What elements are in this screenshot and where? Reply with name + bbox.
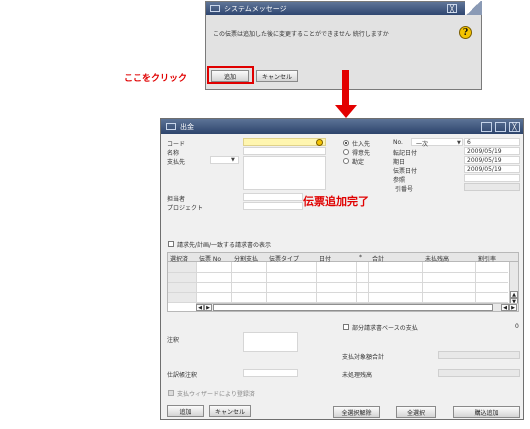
reference-field[interactable]	[464, 174, 520, 182]
memo-label: 仕訳帳注釈	[167, 372, 198, 379]
no-label: No.	[393, 139, 403, 146]
radio-account[interactable]	[343, 158, 349, 164]
series-value: 一次	[416, 141, 429, 148]
col-balance[interactable]: 未払残高	[425, 254, 449, 263]
ref-number-field[interactable]	[464, 183, 520, 191]
show-invoices-checkbox[interactable]	[168, 241, 174, 247]
maximize-icon[interactable]	[495, 121, 506, 132]
scroll-up-icon[interactable]: ▲	[510, 291, 518, 298]
partial-payment-label: 部分請求書ベースの支払	[352, 325, 418, 332]
name-field[interactable]	[243, 147, 326, 155]
col-date[interactable]: 日付	[319, 254, 331, 263]
grid-horizontal-scrollbar[interactable]: ◀ ▶ ◀ ▶	[196, 303, 518, 311]
scroll-left-icon[interactable]: ◀	[196, 304, 204, 311]
close-icon[interactable]: ╳	[447, 4, 457, 13]
memo-field[interactable]	[243, 369, 298, 377]
window-titlebar: 出金 ╳	[161, 119, 523, 134]
callout-added-complete: 伝票追加完了	[303, 195, 369, 208]
scroll-left-icon[interactable]: ◀	[501, 304, 509, 311]
scroll-right-icon[interactable]: ▶	[204, 304, 212, 311]
project-field[interactable]	[243, 202, 303, 210]
grid-row-line	[168, 272, 508, 273]
remarks-field[interactable]	[243, 332, 298, 352]
unprocessed-label: 未処理残高	[342, 372, 373, 379]
callout-click-here: ここをクリック	[124, 74, 188, 84]
wizard-label: 支払ウィザードにより登録済	[177, 391, 255, 398]
number-field[interactable]	[464, 138, 520, 146]
lookup-icon[interactable]	[316, 139, 323, 146]
doc-date-label: 伝票日付	[393, 168, 418, 175]
radio-vendor-label: 仕入先	[352, 141, 371, 148]
doc-date-value: 2009/05/19	[467, 166, 502, 173]
dialog-cancel-button[interactable]: キャンセル	[256, 70, 298, 82]
grid-header: 選択済 伝票 No 分割支払 伝票タイプ 日付 * 合計 未払残高 割引率	[168, 253, 518, 263]
show-invoices-label: 請求先/計画/一致する請求書の表示	[177, 242, 272, 249]
arrow-shaft	[342, 70, 349, 106]
payee-label: 支払先	[167, 159, 186, 166]
due-date-value: 2009/05/19	[467, 157, 502, 164]
person-field[interactable]	[243, 193, 303, 201]
question-icon: ?	[459, 26, 472, 39]
name-label: 名称	[167, 150, 180, 157]
unprocessed-field	[438, 369, 520, 377]
posting-date-value: 2009/05/19	[467, 148, 502, 155]
select-all-button[interactable]: 全選択	[396, 406, 436, 418]
project-label: プロジェクト	[167, 205, 204, 212]
radio-customer[interactable]	[343, 149, 349, 155]
remarks-label: 注釈	[167, 337, 180, 344]
due-date-label: 期日	[393, 159, 406, 166]
partial-payment-value: 0	[515, 323, 519, 330]
payment-total-label: 支払対象額合計	[342, 354, 385, 361]
partial-payment-checkbox[interactable]	[343, 324, 349, 330]
radio-vendor[interactable]	[343, 140, 349, 146]
posting-date-label: 転記日付	[393, 150, 418, 157]
dialog-titlebar: システムメッセージ ╳	[206, 2, 481, 15]
col-total[interactable]: 合計	[372, 254, 384, 263]
window-icon	[210, 5, 220, 12]
grid-vertical-scrollbar[interactable]: ▲ ▼	[509, 262, 518, 305]
col-doc-no[interactable]: 伝票 No	[199, 254, 221, 263]
highlight-add-button	[207, 66, 254, 84]
col-star[interactable]: *	[359, 254, 362, 261]
radio-account-label: 勘定	[352, 159, 365, 166]
number-value: 6	[467, 139, 471, 146]
reference-label: 参照	[393, 177, 406, 184]
payee-address[interactable]	[243, 156, 326, 190]
scroll-right-icon[interactable]: ▶	[509, 304, 517, 311]
add-button[interactable]: 追加	[167, 405, 204, 417]
dialog-message: この伝票は追加した後に変更することができません 続行しますか	[213, 31, 389, 38]
grid-row-line	[168, 292, 508, 293]
code-field[interactable]	[243, 138, 326, 146]
scroll-thumb[interactable]	[213, 304, 493, 311]
col-doc-type[interactable]: 伝票タイプ	[269, 254, 299, 263]
invoice-grid: 選択済 伝票 No 分割支払 伝票タイプ 日付 * 合計 未払残高 割引率 ▲ …	[167, 252, 519, 312]
wizard-checkbox	[168, 390, 174, 396]
window-title: 出金	[180, 122, 194, 131]
close-icon[interactable]: ╳	[509, 121, 520, 132]
code-label: コード	[167, 141, 186, 148]
col-discount[interactable]: 割引率	[478, 254, 496, 263]
dropdown-icon[interactable]: ▼	[457, 140, 461, 146]
col-installment[interactable]: 分割支払	[234, 254, 258, 263]
person-label: 担当者	[167, 196, 186, 203]
dropdown-icon[interactable]: ▼	[231, 157, 235, 163]
ref-number-label: 引番号	[395, 186, 414, 193]
minimize-icon[interactable]	[481, 121, 492, 132]
cancel-button[interactable]: キャンセル	[209, 405, 251, 417]
payment-total-field	[438, 351, 520, 359]
radio-customer-label: 得意先	[352, 150, 371, 157]
dialog-corner-fold	[465, 1, 482, 15]
dialog-title: システムメッセージ	[224, 4, 287, 13]
grid-row-line	[168, 282, 508, 283]
deselect-all-button[interactable]: 全選択解除	[333, 406, 380, 418]
draft-add-button[interactable]: 購込追加	[453, 406, 520, 418]
window-icon	[166, 123, 176, 130]
arrow-down-icon	[335, 105, 357, 118]
